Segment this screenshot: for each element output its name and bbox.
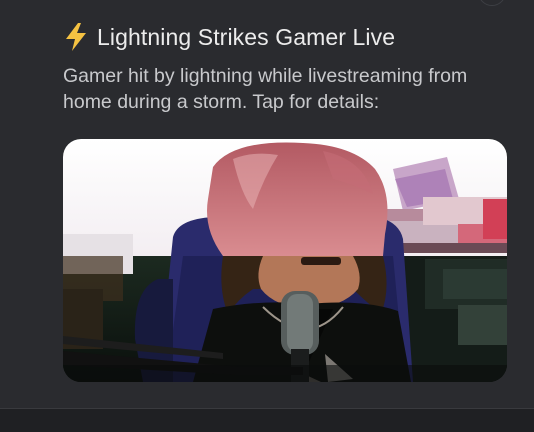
news-card[interactable]: Lightning Strikes Gamer Live Gamer hit b…	[0, 0, 534, 408]
video-thumbnail[interactable]	[63, 139, 507, 382]
gamer-stream-image	[63, 139, 507, 382]
more-options-button[interactable]	[478, 0, 506, 6]
card-title-row: Lightning Strikes Gamer Live	[63, 20, 395, 54]
lightning-bolt-icon	[66, 23, 86, 51]
feed-gap	[0, 409, 534, 432]
card-description: Gamer hit by lightning while livestreami…	[63, 65, 468, 113]
card-title: Lightning Strikes Gamer Live	[97, 23, 396, 50]
